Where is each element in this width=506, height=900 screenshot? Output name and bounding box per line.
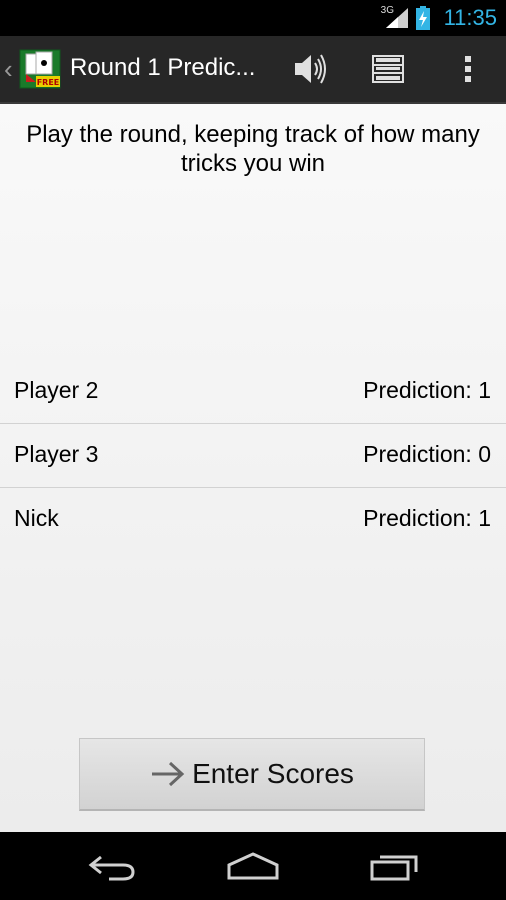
list-icon — [372, 55, 404, 83]
home-icon — [227, 852, 279, 880]
player-row: Nick Prediction: 1 — [0, 488, 506, 551]
player-row: Player 3 Prediction: 0 — [0, 424, 506, 488]
recent-apps-icon — [370, 855, 418, 881]
player-name: Player 3 — [14, 441, 99, 467]
up-chevron-icon[interactable]: ‹ — [4, 54, 13, 84]
overflow-menu-button[interactable] — [428, 36, 506, 102]
signal-icon — [386, 8, 408, 28]
speaker-icon — [295, 54, 326, 84]
enter-scores-button[interactable]: Enter Scores — [79, 738, 425, 811]
players-list: Player 2 Prediction: 1 Player 3 Predicti… — [0, 360, 506, 551]
page-title: Round 1 Predic... — [70, 54, 256, 81]
nav-home-button[interactable] — [213, 844, 293, 888]
enter-scores-label: Enter Scores — [192, 758, 354, 789]
player-name: Player 2 — [14, 377, 99, 403]
player-row: Player 2 Prediction: 1 — [0, 360, 506, 424]
action-bar: ‹ FREE Round 1 Predic... — [0, 36, 506, 104]
status-bar: 3G 11:35 — [0, 0, 506, 36]
content-area: Play the round, keeping track of how man… — [0, 104, 506, 832]
player-prediction: Prediction: 1 — [363, 505, 491, 531]
battery-charging-icon — [416, 6, 430, 30]
app-icon-label: FREE — [37, 78, 60, 87]
status-time: 11:35 — [443, 5, 497, 30]
player-name: Nick — [14, 505, 59, 531]
nav-recent-apps-button[interactable] — [355, 844, 435, 888]
back-icon — [88, 855, 135, 881]
nav-back-button[interactable] — [72, 844, 152, 888]
sound-button[interactable] — [270, 36, 350, 102]
player-prediction: Prediction: 0 — [363, 441, 491, 467]
list-button[interactable] — [348, 36, 428, 102]
arrow-right-icon — [152, 761, 185, 787]
player-prediction: Prediction: 1 — [363, 377, 491, 403]
overflow-menu-icon — [465, 56, 471, 82]
instructions-text: Play the round, keeping track of how man… — [26, 121, 480, 177]
app-icon[interactable]: FREE — [18, 48, 62, 90]
navigation-bar — [0, 832, 506, 900]
